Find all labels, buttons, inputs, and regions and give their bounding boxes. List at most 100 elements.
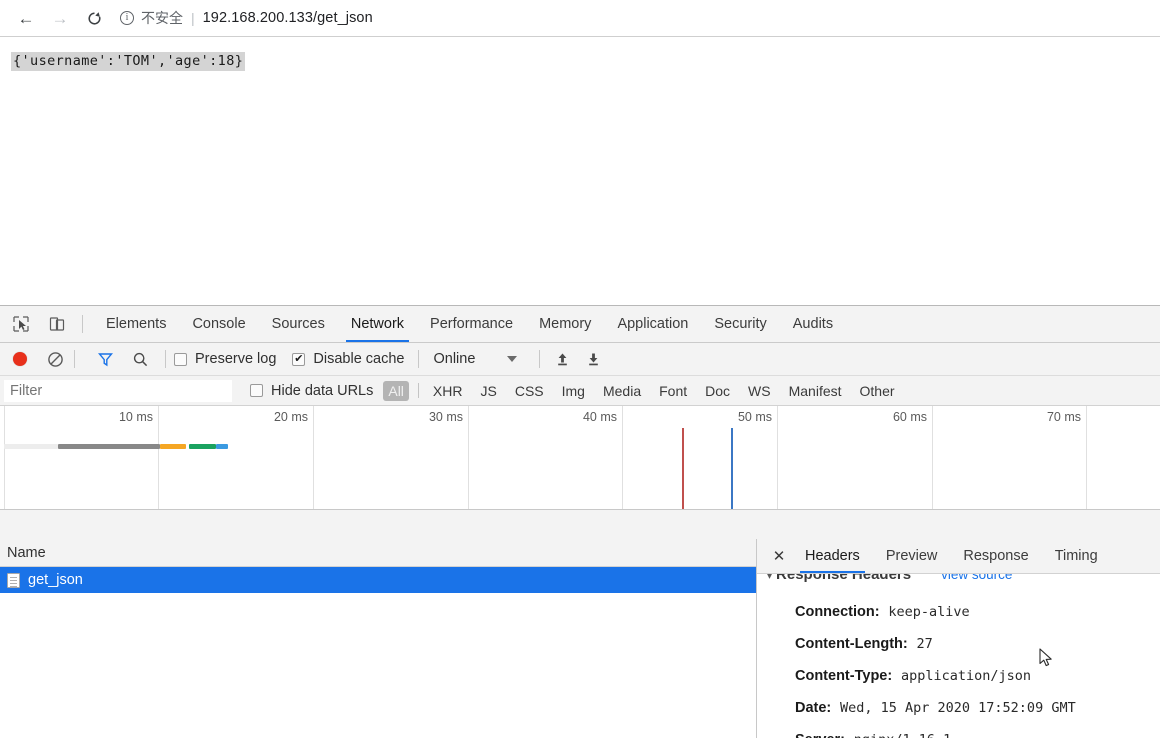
- chevron-down-icon[interactable]: [507, 356, 518, 362]
- tab-sources[interactable]: Sources: [259, 306, 338, 342]
- type-filter-css[interactable]: CSS: [510, 381, 549, 401]
- header-name: Server:: [795, 732, 845, 738]
- column-header-name[interactable]: Name: [7, 545, 46, 561]
- network-filterbar: Hide data URLs All XHR JS CSS Img Media …: [0, 376, 1160, 406]
- disable-cache-box[interactable]: [292, 352, 306, 366]
- disable-cache-checkbox[interactable]: Disable cache: [292, 351, 404, 367]
- type-filter-xhr[interactable]: XHR: [428, 381, 468, 401]
- browser-toolbar: ← → i 不安全 | 192.168.200.133/get_json: [0, 0, 1160, 37]
- requests-table: Name get_json: [0, 539, 757, 738]
- clear-icon[interactable]: [47, 351, 64, 368]
- toolbar-divider-2: [74, 350, 75, 368]
- timeline-tick-label: 60 ms: [892, 410, 927, 424]
- request-details-pane: ✕ Headers Preview Response Timing ▾ Resp…: [757, 539, 1160, 738]
- timeline-gridline: [777, 406, 778, 509]
- type-filter-other[interactable]: Other: [855, 381, 900, 401]
- tab-console[interactable]: Console: [179, 306, 258, 342]
- table-header: Name: [0, 539, 756, 567]
- response-body-text: {'username':'TOM','age':18}: [11, 52, 246, 71]
- details-tab-headers[interactable]: Headers: [792, 539, 873, 573]
- network-toolbar: Preserve log Disable cache Online: [0, 343, 1160, 376]
- timeline-tick-label: 20 ms: [273, 410, 308, 424]
- view-source-link[interactable]: view source: [941, 574, 1012, 582]
- timeline-gridline: [313, 406, 314, 509]
- hide-data-urls-checkbox[interactable]: Hide data URLs: [250, 383, 373, 399]
- preserve-log-box[interactable]: [174, 352, 187, 366]
- type-filter-img[interactable]: Img: [557, 381, 590, 401]
- search-icon[interactable]: [132, 351, 149, 368]
- security-label: 不安全: [141, 10, 183, 26]
- reload-icon[interactable]: [80, 4, 108, 32]
- timeline-tick-label: 30 ms: [428, 410, 463, 424]
- header-value: application/json: [900, 668, 1031, 684]
- tab-security[interactable]: Security: [701, 306, 779, 342]
- timeline-bar-request-sent: [160, 444, 186, 449]
- close-icon[interactable]: ✕: [766, 547, 792, 565]
- type-filter-ws[interactable]: WS: [743, 381, 776, 401]
- filter-funnel-icon[interactable]: [97, 351, 114, 368]
- chevron-down-icon[interactable]: ▾: [767, 574, 772, 582]
- type-filter-font[interactable]: Font: [654, 381, 692, 401]
- device-toolbar-icon[interactable]: [42, 309, 72, 339]
- preserve-log-label: Preserve log: [195, 351, 277, 367]
- hide-data-urls-box[interactable]: [250, 384, 263, 397]
- details-tab-response[interactable]: Response: [950, 539, 1041, 573]
- timeline-tick-label: 70 ms: [1046, 410, 1081, 424]
- header-row: Date: Wed, 15 Apr 2020 17:52:09 GMT: [757, 700, 1160, 716]
- tab-application[interactable]: Application: [604, 306, 701, 342]
- table-row[interactable]: get_json: [0, 567, 756, 593]
- type-filter-manifest[interactable]: Manifest: [784, 381, 847, 401]
- tab-memory[interactable]: Memory: [526, 306, 604, 342]
- browser-window: ← → i 不安全 | 192.168.200.133/get_json {'u…: [0, 0, 1160, 738]
- address-bar[interactable]: i 不安全 | 192.168.200.133/get_json: [120, 5, 1146, 31]
- forward-icon[interactable]: →: [46, 4, 74, 32]
- header-value: Wed, 15 Apr 2020 17:52:09 GMT: [840, 700, 1076, 716]
- header-value: 27: [916, 636, 933, 652]
- header-row: Content-Type: application/json: [757, 668, 1160, 684]
- header-name: Connection:: [795, 604, 880, 620]
- throttle-value: Online: [433, 351, 476, 367]
- tab-performance[interactable]: Performance: [417, 306, 526, 342]
- type-filter-media[interactable]: Media: [598, 381, 646, 401]
- header-value: keep-alive: [888, 604, 970, 620]
- header-name: Date:: [795, 700, 832, 716]
- url-text: 192.168.200.133/get_json: [202, 10, 373, 26]
- filter-input[interactable]: [4, 379, 232, 402]
- import-har-button[interactable]: [554, 351, 571, 368]
- devtools-panel: Elements Console Sources Network Perform…: [0, 305, 1160, 738]
- inspect-element-icon[interactable]: [6, 309, 36, 339]
- devtools-tabbar: Elements Console Sources Network Perform…: [0, 306, 1160, 343]
- timeline-tick-label: 40 ms: [582, 410, 617, 424]
- throttle-select[interactable]: Online: [433, 351, 518, 367]
- timeline-bar-queueing: [4, 444, 58, 449]
- tab-elements[interactable]: Elements: [93, 306, 179, 342]
- details-tab-preview[interactable]: Preview: [873, 539, 951, 573]
- timeline-tick-label: 50 ms: [737, 410, 772, 424]
- toolbar-divider-3: [165, 350, 166, 368]
- details-tab-timing[interactable]: Timing: [1042, 539, 1111, 573]
- hide-data-urls-label: Hide data URLs: [271, 382, 374, 399]
- info-circle-icon[interactable]: i: [120, 11, 134, 25]
- timeline-bar-stalled: [58, 444, 160, 449]
- type-filter-js[interactable]: JS: [475, 381, 501, 401]
- timeline-gridline: [158, 406, 159, 509]
- type-filter-doc[interactable]: Doc: [700, 381, 735, 401]
- back-icon[interactable]: ←: [12, 4, 40, 32]
- section-title: Response Headers: [776, 574, 912, 583]
- export-har-button[interactable]: [585, 351, 602, 368]
- header-name: Content-Length:: [795, 636, 908, 652]
- toolbar-divider-4: [418, 350, 420, 368]
- tab-audits[interactable]: Audits: [780, 306, 846, 342]
- response-headers-section[interactable]: ▾ Response Headers view source: [757, 574, 1160, 588]
- type-filter-divider: [417, 383, 419, 398]
- preserve-log-checkbox[interactable]: Preserve log: [174, 351, 276, 367]
- timeline-gridline: [4, 406, 5, 509]
- type-filter-all[interactable]: All: [383, 380, 409, 401]
- tab-network[interactable]: Network: [338, 306, 417, 342]
- timeline-gridline: [468, 406, 469, 509]
- network-overview-timeline[interactable]: 10 ms 20 ms 30 ms 40 ms 50 ms 60 ms 70 m…: [0, 406, 1160, 510]
- timeline-gridline: [932, 406, 933, 509]
- request-name: get_json: [28, 572, 83, 588]
- timeline-tick-label: 10 ms: [118, 410, 153, 424]
- record-button-icon[interactable]: [13, 352, 27, 366]
